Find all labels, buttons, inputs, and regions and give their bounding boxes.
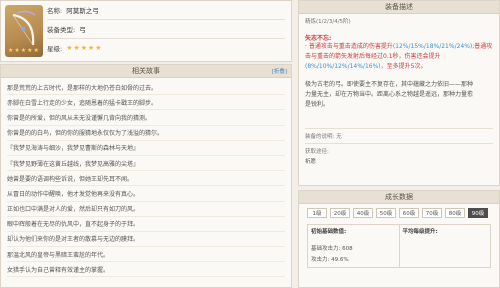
weapon-type: 弓 bbox=[79, 26, 86, 34]
level-button-60[interactable]: 60级 bbox=[399, 208, 419, 218]
description-title: 装备描述 bbox=[385, 3, 413, 11]
flavor-value: 无 bbox=[336, 134, 342, 140]
left-column: ★★★★★ 名称: 阿莫斯之弓 装备类型: 弓 星级: ★★★★★ 相关故事 [… bbox=[0, 0, 292, 288]
name-label: 名称: bbox=[47, 7, 63, 15]
refine-note: 精炼(1/2/3/4/5阶) bbox=[305, 19, 351, 25]
source-label: 获取途径: bbox=[305, 149, 329, 155]
growth-title: 成长数据 bbox=[385, 193, 413, 201]
base-attack-value: 基础攻击力: 608 bbox=[311, 246, 353, 252]
description-card: 装备描述 精炼(1/2/3/4/5阶) 矢志不忘: · 普通攻击与重击造成的伤害… bbox=[298, 0, 500, 186]
base-stats-header: 初始基础数值: bbox=[311, 229, 347, 235]
level-button-1[interactable]: 1级 bbox=[307, 208, 327, 218]
rarity-label: 星级: bbox=[47, 45, 63, 53]
effect-line1-values: (12%/15%/18%/21%/24%) bbox=[392, 43, 473, 50]
effect-text: · 普通攻击与重击造成的伤害提升(12%/15%/18%/21%/24%);普通… bbox=[305, 42, 493, 72]
flavor-row: 装备的说明: 无 bbox=[305, 132, 493, 140]
description-body: 精炼(1/2/3/4/5阶) 矢志不忘: · 普通攻击与重击造成的伤害提升(12… bbox=[299, 14, 499, 168]
type-row: 装备类型: 弓 bbox=[47, 22, 86, 36]
story-line: 『我梦见海涛与细沙，我梦见曹斯的森林与天地』 bbox=[7, 141, 285, 156]
lore-line: 力量无主，却在万物当中。距离心系之物越是遥远，那种力量愈 bbox=[305, 91, 474, 98]
weapon-portrait: ★★★★★ bbox=[5, 5, 43, 57]
lore-line: 是锐利。 bbox=[305, 101, 330, 108]
portrait-stars: ★★★★★ bbox=[8, 47, 40, 54]
flavor-label: 装备的说明: bbox=[305, 134, 335, 140]
story-line: 赤脚在白雪上行走的少女，追随恩着的猛卡戳王的脚步。 bbox=[7, 95, 285, 111]
story-line: 却认为他们来你的是对王者的散慕与无边的膜拜。 bbox=[7, 232, 285, 248]
divider bbox=[305, 128, 493, 129]
story-title: 相关故事 bbox=[132, 67, 160, 75]
story-line: 正如也口中满是对人的爱，然后却只有如刀的风。 bbox=[7, 202, 285, 217]
weapon-info-card: ★★★★★ 名称: 阿莫斯之弓 装备类型: 弓 星级: ★★★★★ bbox=[0, 0, 292, 62]
description-header: 装备描述 bbox=[299, 1, 499, 14]
effect-line2-values: (8%/10%/12%/14%/16%) bbox=[305, 63, 381, 70]
level-button-50[interactable]: 50级 bbox=[376, 208, 396, 218]
rarity-stars: ★★★★★ bbox=[66, 44, 103, 52]
level-selector: 1级 20级 40级 50级 60级 70级 80级 90级 bbox=[299, 204, 499, 220]
attack-percent-value: 攻击力: 49.6% bbox=[311, 257, 349, 263]
divider bbox=[47, 19, 285, 20]
effect-line2-suffix: ，至多提升5次。 bbox=[380, 63, 427, 70]
growth-stats-card: 成长数据 1级 20级 40级 50级 60级 70级 80级 90级 初始基础… bbox=[298, 190, 500, 288]
divider bbox=[47, 38, 285, 39]
level-button-70[interactable]: 70级 bbox=[422, 208, 442, 218]
avg-stats-header: 平均每级提升: bbox=[402, 229, 438, 235]
collapse-toggle-button[interactable]: [折叠] bbox=[272, 67, 287, 75]
level-button-90[interactable]: 90级 bbox=[468, 208, 488, 218]
effect-title: 矢志不忘: bbox=[305, 35, 332, 42]
avg-stats-column: 平均每级提升: bbox=[398, 225, 491, 267]
story-panel: 相关故事 [折叠] 那是荒荒的上古时代，是那样的大地仍苍白如骨的过去。 赤脚在白… bbox=[0, 64, 292, 288]
stats-table: 初始基础数值: 基础攻击力: 608 攻击力: 49.6% 平均每级提升: bbox=[307, 224, 491, 268]
weapon-name: 阿莫斯之弓 bbox=[66, 7, 99, 15]
story-lines: 那是荒荒的上古时代，是那样的大地仍苍白如骨的过去。 赤脚在白雪上行走的少女，追随… bbox=[1, 78, 291, 279]
lore-line: 极为古老的弓。即使要主不复存在，其中蕴藏之力依旧——那种 bbox=[305, 81, 474, 88]
level-button-40[interactable]: 40级 bbox=[353, 208, 373, 218]
growth-header: 成长数据 bbox=[299, 191, 499, 204]
story-line: 眼中辉般着在无尽的仇风中，直不起身子的于拜。 bbox=[7, 217, 285, 232]
effect-line1-prefix: · 普通攻击与重击造成的伤害提升 bbox=[305, 43, 393, 50]
level-button-20[interactable]: 20级 bbox=[330, 208, 350, 218]
base-stats-column: 初始基础数值: 基础攻击力: 608 攻击力: 49.6% bbox=[308, 225, 399, 267]
lore-text: 极为古老的弓。即使要主不复存在，其中蕴藏之力依旧——那种 力量无主，却在万物当中… bbox=[305, 80, 493, 110]
story-line: 你曾是的所爱，但的风从未无没谨懈几背向我的猜测。 bbox=[7, 110, 285, 126]
divider bbox=[305, 143, 493, 144]
story-line: 那是荒荒的上古时代，是那样的大地仍苍白如骨的过去。 bbox=[7, 80, 285, 96]
level-button-80[interactable]: 80级 bbox=[445, 208, 465, 218]
source-value: 祈愿 bbox=[305, 159, 317, 165]
story-line: 女猎手认为自己曾释有效谨主的掌握。 bbox=[7, 262, 285, 278]
story-header: 相关故事 [折叠] bbox=[1, 65, 291, 78]
story-line: 从冒日的动作中醒唤，他才发觉他再来没有真心。 bbox=[7, 186, 285, 202]
story-line: 她曾是要的语调构些诉说，但她王却先耳不闻。 bbox=[7, 171, 285, 187]
story-line: 你曾是的的白鸟，但的你的服猜地永仅仅为了浅溢的猜尔。 bbox=[7, 126, 285, 141]
story-line: 那温北风的皇帝与黑暗王蛮尬的年代。 bbox=[7, 247, 285, 263]
right-column: 装备描述 精炼(1/2/3/4/5阶) 矢志不忘: · 普通攻击与重击造成的伤害… bbox=[298, 0, 500, 288]
story-line: 『我梦见野薄在这黄丘越线，我梦见高雅的尖塔』 bbox=[7, 156, 285, 172]
type-label: 装备类型: bbox=[47, 26, 76, 34]
rarity-row: 星级: ★★★★★ bbox=[47, 41, 103, 55]
name-row: 名称: 阿莫斯之弓 bbox=[47, 3, 99, 17]
